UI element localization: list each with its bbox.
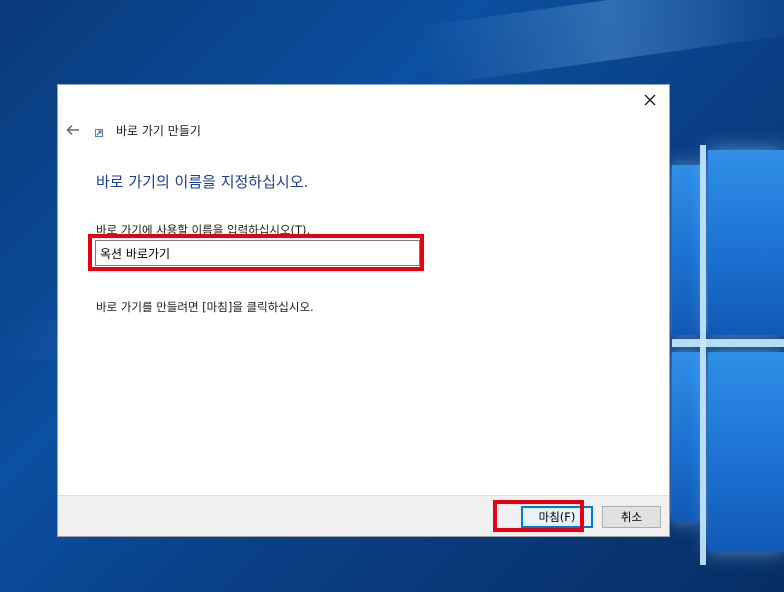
wallpaper-pane xyxy=(672,352,700,522)
shortcut-name-input[interactable] xyxy=(95,240,420,266)
name-field-label: 바로 가기에 사용할 이름을 입력하십시오(T). xyxy=(96,223,311,237)
close-icon xyxy=(644,94,656,106)
page-heading: 바로 가기의 이름을 지정하십시오. xyxy=(96,173,309,191)
finish-button[interactable]: 마침(F) xyxy=(521,506,593,528)
wallpaper-pane xyxy=(708,150,784,335)
shortcut-icon xyxy=(95,129,103,137)
wallpaper-edge xyxy=(700,145,706,565)
finish-hint-text: 바로 가기를 만들려면 [마침]을 클릭하십시오. xyxy=(96,300,314,314)
create-shortcut-dialog: 바로 가기 만들기 바로 가기의 이름을 지정하십시오. 바로 가기에 사용할 … xyxy=(57,84,670,537)
wallpaper-pane xyxy=(708,352,784,552)
wizard-title: 바로 가기 만들기 xyxy=(116,124,201,138)
back-button[interactable] xyxy=(64,122,82,138)
wallpaper-pane xyxy=(672,165,700,335)
dialog-footer: 마침(F) 취소 xyxy=(58,495,669,536)
close-button[interactable] xyxy=(637,89,663,111)
cancel-button[interactable]: 취소 xyxy=(602,506,661,528)
wallpaper-edge xyxy=(672,339,784,347)
wallpaper-beam xyxy=(417,0,784,87)
back-arrow-icon xyxy=(66,124,79,136)
